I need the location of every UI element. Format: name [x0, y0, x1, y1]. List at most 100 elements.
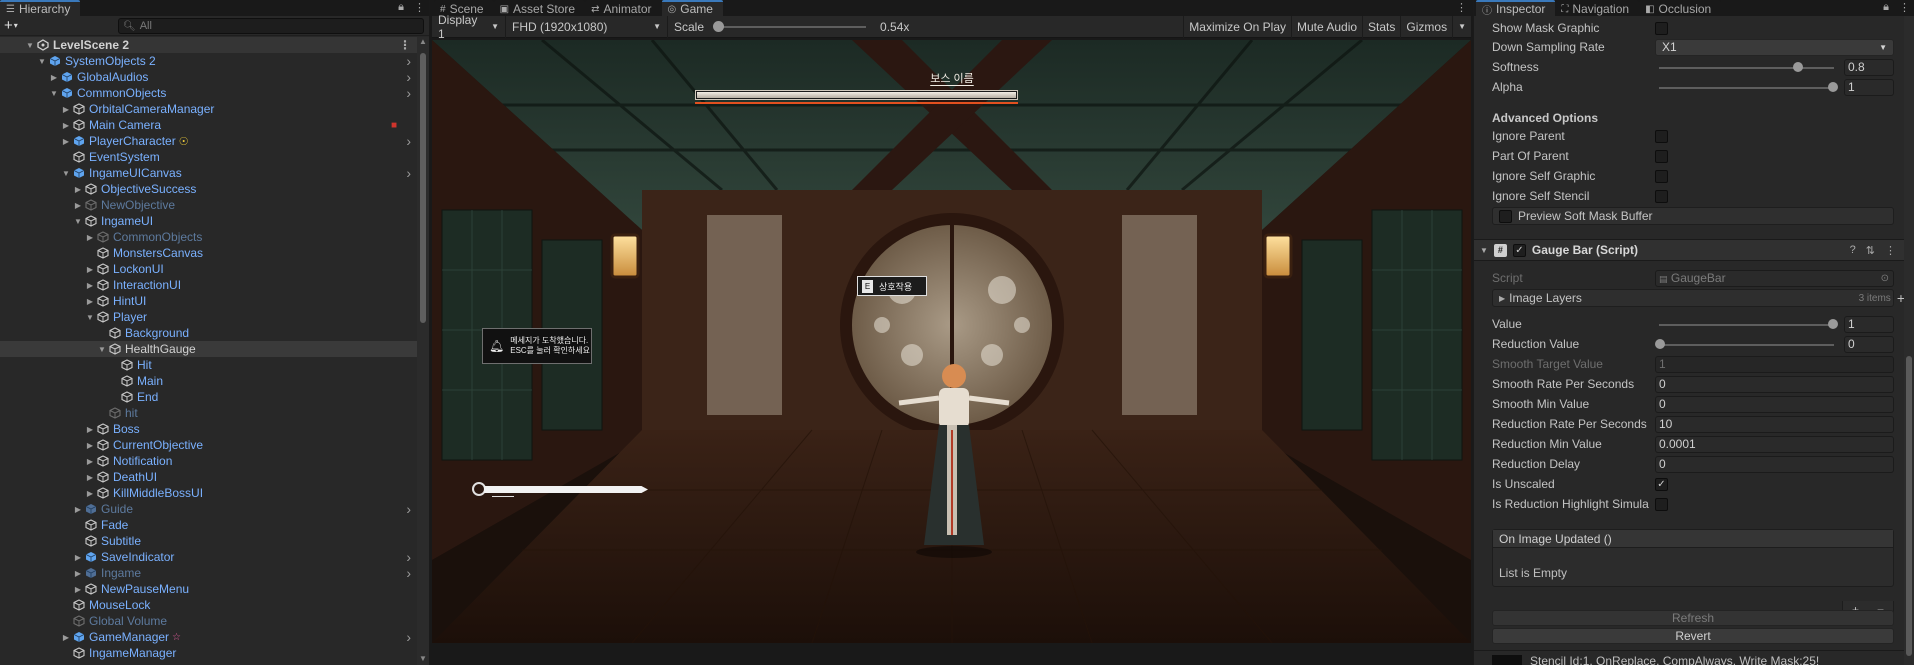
image-layers-foldout[interactable]: ▶ Image Layers 3 items + — [1492, 289, 1905, 307]
is-reduction-highlight-checkbox[interactable] — [1655, 497, 1668, 511]
hierarchy-item[interactable]: ▶ Guide › — [0, 501, 417, 517]
inspector-scroll-thumb[interactable] — [1906, 356, 1912, 656]
component-enabled-checkbox[interactable]: ✓ — [1512, 243, 1526, 257]
kebab-menu-icon[interactable]: ⋮ — [1885, 244, 1896, 257]
open-prefab-chevron-icon[interactable]: › — [406, 565, 411, 581]
display-dropdown[interactable]: Display 1 ▼ — [432, 13, 506, 41]
preview-soft-mask-toggle[interactable]: Preview Soft Mask Buffer — [1492, 207, 1894, 225]
gizmos-button[interactable]: Gizmos — [1400, 15, 1452, 38]
reduction-delay-field[interactable]: 0 — [1655, 455, 1894, 473]
value-slider[interactable] — [1655, 316, 1838, 333]
hierarchy-item[interactable]: ▶ ObjectiveSuccess — [0, 181, 417, 197]
hierarchy-search-input[interactable]: 🔍︎ All — [118, 18, 424, 34]
softness-slider[interactable] — [1655, 59, 1838, 76]
hierarchy-item[interactable]: ▼ HealthGauge — [0, 341, 417, 357]
hierarchy-item[interactable]: ▶ NewObjective — [0, 197, 417, 213]
open-prefab-chevron-icon[interactable]: › — [406, 69, 411, 85]
help-icon[interactable]: ? — [1850, 244, 1856, 257]
hierarchy-item[interactable]: ▼ CommonObjects › — [0, 85, 417, 101]
reduction-value-field[interactable]: 0 — [1844, 335, 1894, 353]
script-field[interactable]: ▤ GaugeBar ⊙ — [1655, 269, 1894, 287]
kebab-menu-icon[interactable]: ⋮ — [1899, 1, 1910, 14]
open-prefab-chevron-icon[interactable]: › — [406, 165, 411, 181]
tab-asset-store[interactable]: ▣ Asset Store — [493, 0, 586, 16]
hierarchy-scroll-thumb[interactable] — [420, 53, 426, 323]
kebab-menu-icon[interactable]: ⋮ — [1456, 1, 1467, 14]
hierarchy-item[interactable]: ▼ IngameUICanvas › — [0, 165, 417, 181]
smooth-min-field[interactable]: 0 — [1655, 395, 1894, 413]
lock-icon[interactable]: 🔒︎ — [1883, 1, 1889, 14]
hierarchy-scrollbar[interactable]: ▲ ▼ — [417, 37, 429, 665]
tab-game[interactable]: ◎ Game — [661, 0, 723, 16]
gizmos-dropdown[interactable]: ▼ — [1452, 15, 1471, 38]
value-field[interactable]: 1 — [1844, 315, 1894, 333]
game-viewport[interactable]: 보스 이름 E 상호작용 🔔︎ 메세지가 도착했습니다. ESC를 눌러 확인하… — [432, 40, 1471, 643]
hierarchy-item[interactable]: Main — [0, 373, 417, 389]
hierarchy-item[interactable]: ▼ LevelScene 2 ⋮ — [0, 37, 417, 53]
expand-right-icon[interactable]: ▶ — [48, 73, 60, 82]
hierarchy-item[interactable]: ▶ SaveIndicator › — [0, 549, 417, 565]
part-of-parent-checkbox[interactable] — [1655, 149, 1668, 163]
hierarchy-item[interactable]: ▼ SystemObjects 2 › — [0, 53, 417, 69]
hierarchy-item[interactable]: ▶ Boss — [0, 421, 417, 437]
expand-right-icon[interactable]: ▶ — [60, 633, 72, 642]
expand-right-icon[interactable]: ▶ — [84, 297, 96, 306]
alpha-field[interactable]: 1 — [1844, 78, 1894, 96]
revert-button[interactable]: Revert — [1492, 628, 1894, 644]
smooth-rate-field[interactable]: 0 — [1655, 375, 1894, 393]
ignore-parent-checkbox[interactable] — [1655, 129, 1668, 143]
hierarchy-item[interactable]: ▶ Notification — [0, 453, 417, 469]
tab-navigation[interactable]: ⛶ Navigation — [1555, 0, 1640, 16]
softness-slider-knob[interactable] — [1793, 61, 1803, 72]
expand-right-icon[interactable]: ▶ — [84, 233, 96, 242]
hierarchy-item[interactable]: ▶ PlayerCharacter ☉ › — [0, 133, 417, 149]
gauge-bar-component-header[interactable]: ▼ # ✓ Gauge Bar (Script) ? ⇅ ⋮ — [1474, 239, 1904, 261]
reduction-value-slider[interactable] — [1655, 336, 1838, 353]
preset-icon[interactable]: ⇅ — [1866, 244, 1875, 257]
expand-right-icon[interactable]: ▶ — [84, 265, 96, 274]
alpha-slider-knob[interactable] — [1828, 81, 1838, 92]
hierarchy-item[interactable]: Subtitle — [0, 533, 417, 549]
tab-occlusion[interactable]: ◧ Occlusion — [1639, 0, 1722, 16]
hierarchy-item[interactable]: ▶ Main Camera ■ — [0, 117, 417, 133]
hierarchy-item[interactable]: Fade — [0, 517, 417, 533]
maximize-on-play-button[interactable]: Maximize On Play — [1183, 15, 1291, 38]
hierarchy-item[interactable]: ▶ CommonObjects — [0, 229, 417, 245]
hierarchy-item[interactable]: Background — [0, 325, 417, 341]
expand-right-icon[interactable]: ▶ — [72, 569, 84, 578]
expand-down-icon[interactable]: ▼ — [72, 217, 84, 226]
expand-down-icon[interactable]: ▼ — [48, 89, 60, 98]
open-prefab-chevron-icon[interactable]: › — [406, 549, 411, 565]
expand-down-icon[interactable]: ▼ — [36, 57, 48, 66]
value-slider-knob[interactable] — [1828, 318, 1838, 329]
hierarchy-item[interactable]: Hit — [0, 357, 417, 373]
open-prefab-chevron-icon[interactable]: › — [406, 501, 411, 517]
hierarchy-item[interactable]: ▼ Player — [0, 309, 417, 325]
hierarchy-item[interactable]: MouseLock — [0, 597, 417, 613]
expand-right-icon[interactable]: ▶ — [60, 105, 72, 114]
hierarchy-item[interactable]: ▶ HintUI — [0, 293, 417, 309]
alpha-slider[interactable] — [1655, 79, 1838, 96]
target-icon[interactable]: ⊙ — [1881, 273, 1889, 284]
expand-right-icon[interactable]: ▶ — [84, 441, 96, 450]
hierarchy-item[interactable]: EventSystem — [0, 149, 417, 165]
lock-icon[interactable]: 🔒︎ — [398, 1, 404, 14]
hierarchy-item[interactable]: ▶ LockonUI — [0, 261, 417, 277]
reduction-rate-field[interactable]: 10 — [1655, 415, 1894, 433]
mute-audio-button[interactable]: Mute Audio — [1291, 15, 1362, 38]
hierarchy-item[interactable]: ▶ DeathUI — [0, 469, 417, 485]
open-prefab-chevron-icon[interactable]: › — [406, 629, 411, 645]
hierarchy-item[interactable]: ▼ IngameUI — [0, 213, 417, 229]
hierarchy-item[interactable]: IngameManager — [0, 645, 417, 661]
reduction-min-field[interactable]: 0.0001 — [1655, 435, 1894, 453]
softness-field[interactable]: 0.8 — [1844, 58, 1894, 76]
hierarchy-item[interactable]: ▶ InteractionUI — [0, 277, 417, 293]
expand-right-icon[interactable]: ▶ — [72, 185, 84, 194]
tab-inspector[interactable]: ⓘ Inspector — [1476, 0, 1556, 17]
expand-right-icon[interactable]: ▶ — [72, 585, 84, 594]
expand-right-icon[interactable]: ▶ — [84, 473, 96, 482]
ignore-self-graphic-checkbox[interactable] — [1655, 169, 1668, 183]
create-add-button[interactable]: + ▾ — [4, 17, 26, 34]
hierarchy-item[interactable]: ▶ CurrentObjective — [0, 437, 417, 453]
expand-down-icon[interactable]: ▼ — [60, 169, 72, 178]
